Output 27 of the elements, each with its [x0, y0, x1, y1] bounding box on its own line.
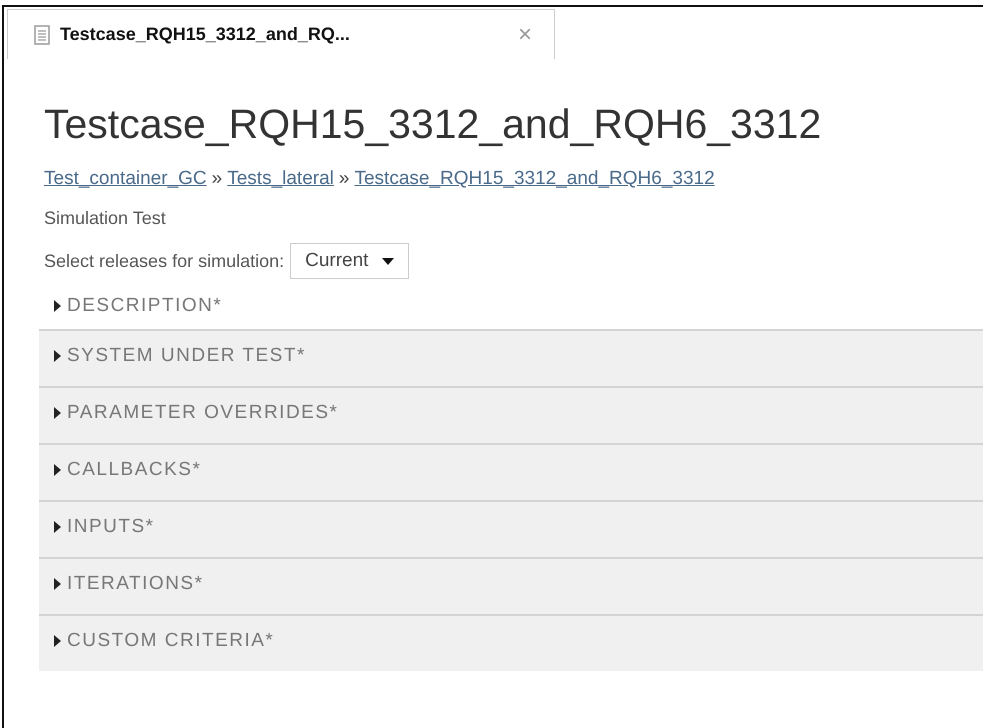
document-tab[interactable]: Testcase_RQH15_3312_and_RQ... ×: [7, 9, 555, 59]
close-button[interactable]: ×: [518, 20, 532, 48]
document-icon: [34, 24, 50, 44]
release-label: Select releases for simulation:: [44, 250, 284, 272]
caret-icon: [382, 258, 394, 264]
section-header[interactable]: SYSTEM UNDER TEST*: [39, 329, 983, 386]
tab-title: Testcase_RQH15_3312_and_RQ...: [60, 24, 351, 45]
expand-icon: [53, 521, 62, 533]
test-type: Simulation Test: [44, 208, 167, 229]
breadcrumb-link[interactable]: Test_container_GC: [44, 168, 207, 190]
breadcrumb-separator: »: [338, 168, 350, 190]
page-title: Testcase_RQH15_3312_and_RQH6_3312: [44, 101, 822, 148]
breadcrumb-link[interactable]: Tests_lateral: [227, 168, 334, 190]
release-dropdown[interactable]: Current: [290, 243, 410, 279]
section-header[interactable]: INPUTS*: [39, 500, 983, 557]
expand-icon: [53, 407, 62, 419]
section-header[interactable]: ITERATIONS*: [39, 557, 983, 614]
expand-icon: [53, 300, 62, 312]
expand-icon: [53, 635, 62, 647]
expand-icon: [53, 464, 62, 476]
breadcrumb-separator: »: [212, 168, 222, 190]
section-header[interactable]: CALLBACKS*: [39, 443, 983, 500]
section-header[interactable]: CUSTOM CRITERIA*: [39, 614, 983, 671]
section-header[interactable]: PARAMETER OVERRIDES*: [39, 386, 983, 443]
breadcrumb-link[interactable]: Testcase_RQH15_3312_and_RQH6_3312: [354, 168, 715, 190]
expand-icon: [53, 350, 62, 362]
expand-icon: [53, 578, 62, 590]
